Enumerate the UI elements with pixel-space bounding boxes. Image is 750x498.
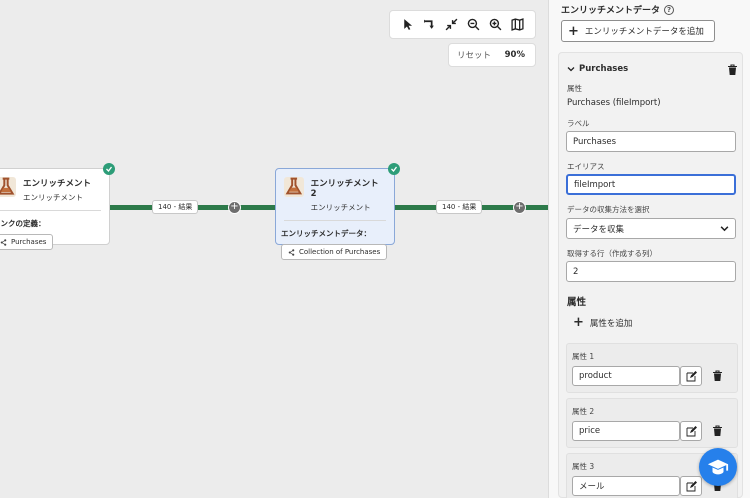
enrichment-node-1[interactable]: エンリッチメント エンリッチメント リンクの定義： Purchases bbox=[0, 168, 110, 250]
panel-title-text: エンリッチメントデータ bbox=[561, 6, 661, 16]
delete-icon[interactable] bbox=[712, 370, 723, 382]
plus-icon: + bbox=[568, 23, 579, 39]
success-check-icon bbox=[103, 163, 115, 175]
add-enrichment-label: エンリッチメントデータを追加 bbox=[584, 27, 704, 37]
canvas-toolbar bbox=[389, 10, 536, 39]
collect-method-label: データの収集方法を選択 bbox=[567, 205, 650, 214]
chevron-down-icon bbox=[720, 226, 729, 232]
flask-icon bbox=[0, 177, 16, 197]
learn-graduation-cap-button[interactable] bbox=[699, 448, 737, 486]
edit-expression-icon[interactable] bbox=[680, 366, 702, 386]
attribute-row: 属性 1 product bbox=[566, 343, 738, 393]
add-attribute-label: 属性を追加 bbox=[589, 318, 633, 329]
divider bbox=[284, 220, 386, 221]
collection-chip[interactable]: Collection of Purchases bbox=[281, 244, 388, 260]
chip-label: Purchases bbox=[11, 238, 47, 246]
panel-title: エンリッチメントデータ ? bbox=[561, 3, 675, 16]
zoom-in-icon[interactable] bbox=[487, 16, 505, 34]
attribute-value-field[interactable]: メール bbox=[572, 476, 680, 496]
chevron-down-icon bbox=[567, 67, 575, 72]
share-icon bbox=[0, 238, 7, 246]
label-input[interactable]: Purchases bbox=[566, 131, 736, 152]
rows-label: 取得する行（作成する列） bbox=[567, 249, 657, 258]
edit-expression-icon[interactable] bbox=[680, 421, 702, 441]
label-field-label: ラベル bbox=[567, 119, 590, 128]
zoom-out-icon[interactable] bbox=[465, 16, 483, 34]
attribute-label: 属性 bbox=[567, 84, 582, 93]
node-subtitle: エンリッチメント bbox=[310, 203, 371, 212]
attribute-row-label: 属性 1 bbox=[572, 352, 595, 361]
node-field-label: リンクの定義： bbox=[0, 219, 46, 228]
success-check-icon bbox=[388, 163, 400, 175]
properties-panel: エンリッチメントデータ ? + エンリッチメントデータを追加 Purchases… bbox=[548, 0, 750, 498]
attribute-row-label: 属性 3 bbox=[572, 462, 595, 471]
attribute-row: 属性 2 price bbox=[566, 398, 738, 448]
chip-label: Collection of Purchases bbox=[299, 248, 381, 256]
collect-method-select[interactable]: データを収集 bbox=[566, 218, 736, 239]
help-icon[interactable]: ? bbox=[664, 4, 675, 15]
node-title: エンリッチメント bbox=[23, 179, 92, 189]
collect-method-value: データを収集 bbox=[573, 224, 625, 235]
alias-field-label: エイリアス bbox=[567, 162, 605, 171]
enrichment-card: Purchases 属性 Purchases (fileImport) ラベル … bbox=[558, 52, 743, 498]
map-icon[interactable] bbox=[509, 16, 527, 34]
node-subtitle: エンリッチメント bbox=[23, 193, 83, 202]
card-header[interactable]: Purchases bbox=[567, 64, 628, 74]
zoom-control: リセット 90% bbox=[448, 43, 536, 67]
node-title: エンリッチメント 2 bbox=[310, 179, 379, 199]
edge-result-label[interactable]: 140 - 結果 bbox=[152, 200, 199, 214]
add-enrichment-data-button[interactable]: + エンリッチメントデータを追加 bbox=[561, 20, 715, 42]
zoom-level: 90% bbox=[504, 50, 525, 60]
alias-input[interactable]: fileImport bbox=[566, 174, 736, 195]
plus-icon: + bbox=[573, 315, 584, 330]
zoom-reset-button[interactable]: リセット bbox=[457, 49, 491, 61]
add-activity-button[interactable]: + bbox=[513, 201, 526, 214]
rows-input[interactable]: 2 bbox=[566, 261, 736, 282]
pointer-icon[interactable] bbox=[398, 16, 416, 34]
workflow-canvas[interactable]: 140 - 結果 + 140 - 結果 + エンリッチメント エンリッチメント … bbox=[0, 0, 548, 498]
attribute-value-field[interactable]: price bbox=[572, 421, 680, 441]
rewire-icon[interactable] bbox=[420, 16, 438, 34]
add-activity-button[interactable]: + bbox=[228, 201, 241, 214]
attributes-heading: 属性 bbox=[567, 297, 587, 308]
share-icon bbox=[288, 248, 295, 256]
delete-icon[interactable] bbox=[727, 64, 738, 76]
edit-expression-icon[interactable] bbox=[680, 476, 702, 496]
enrichment-node-2[interactable]: エンリッチメント 2 エンリッチメント エンリッチメントデータ： Collect… bbox=[275, 168, 395, 260]
link-chip[interactable]: Purchases bbox=[0, 234, 54, 250]
divider bbox=[0, 210, 101, 211]
flask-icon bbox=[284, 177, 304, 197]
attribute-value-field[interactable]: product bbox=[572, 366, 680, 386]
node-field-label: エンリッチメントデータ： bbox=[281, 229, 371, 238]
collapse-icon[interactable] bbox=[442, 16, 460, 34]
add-attribute-button[interactable]: + 属性を追加 bbox=[573, 315, 632, 330]
attribute-row-label: 属性 2 bbox=[572, 407, 595, 416]
card-title: Purchases bbox=[579, 64, 629, 74]
attribute-value: Purchases (fileImport) bbox=[567, 98, 661, 108]
edge-result-label[interactable]: 140 - 結果 bbox=[436, 200, 483, 214]
delete-icon[interactable] bbox=[712, 425, 723, 437]
graduation-cap-icon bbox=[707, 459, 729, 475]
